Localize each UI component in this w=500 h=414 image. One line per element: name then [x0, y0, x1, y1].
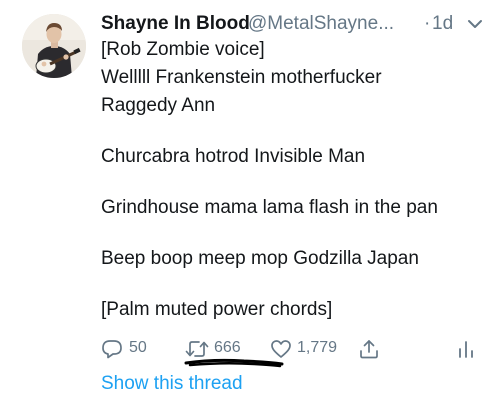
reply-icon: [102, 340, 122, 359]
reply-count: 50: [129, 339, 147, 356]
heart-icon: [271, 340, 291, 358]
tweet-timestamp[interactable]: 1d: [432, 13, 453, 35]
avatar[interactable]: [22, 14, 86, 78]
separator-dot: ·: [424, 13, 431, 34]
tweet-header: Shayne In Blood @MetalShayne... · 1d: [101, 13, 493, 39]
chevron-down-icon[interactable]: [467, 18, 483, 30]
tweet-text-line: Raggedy Ann: [101, 95, 216, 116]
tweet-text-line: Grindhouse mama lama flash in the pan: [101, 197, 438, 218]
avatar-image: [22, 14, 86, 78]
reply-button[interactable]: 50: [101, 336, 161, 362]
retweet-count: 666: [214, 339, 241, 356]
share-icon: [360, 340, 378, 359]
tweet-actions: 50 666 1,779: [101, 336, 493, 362]
tweet-text-line: [Palm muted power chords]: [101, 299, 333, 320]
author-handle[interactable]: @MetalShayne...: [248, 13, 394, 35]
analytics-icon: [459, 341, 473, 358]
tweet-text-line: Beep boop meep mop Godzilla Japan: [101, 248, 419, 269]
retweet-icon: [185, 341, 209, 357]
pen-scribble-mark: [184, 358, 284, 368]
analytics-button[interactable]: [457, 336, 479, 362]
share-button[interactable]: [358, 336, 382, 362]
tweet-card[interactable]: Shayne In Blood @MetalShayne... · 1d [Ro…: [0, 0, 500, 414]
tweet-text-line: Welllll Frankenstein motherfucker: [101, 67, 382, 88]
like-count: 1,779: [297, 339, 338, 356]
tweet-text-line: Churcabra hotrod Invisible Man: [101, 146, 366, 167]
tweet-text-line: [Rob Zombie voice]: [101, 39, 265, 60]
author-name[interactable]: Shayne In Blood: [101, 13, 250, 35]
show-thread-link[interactable]: Show this thread: [101, 373, 243, 395]
